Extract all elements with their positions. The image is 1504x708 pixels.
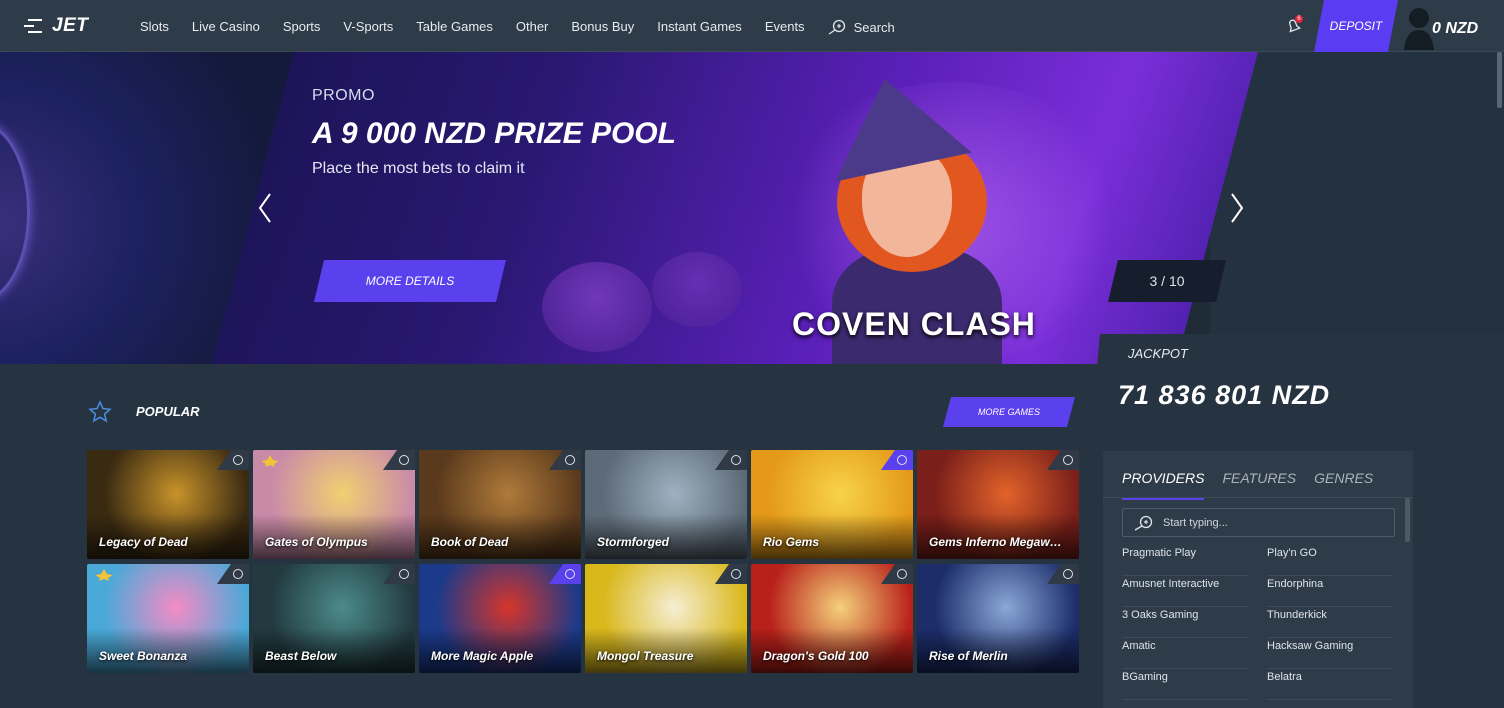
providers-scrollbar[interactable] xyxy=(1405,498,1410,542)
popular-games-grid: Legacy of Dead Gates of Olympus Book of De… xyxy=(87,450,1081,674)
provider-item[interactable]: BGaming xyxy=(1122,669,1248,700)
game-tile-name: Dragon's Gold 100 xyxy=(763,649,869,663)
diamond-badge-icon xyxy=(549,564,581,584)
hamburger-menu-icon[interactable] xyxy=(24,18,42,34)
game-tile-name: Beast Below xyxy=(265,649,337,663)
favorite-badge-icon xyxy=(715,450,747,470)
game-tile[interactable]: Book of Dead xyxy=(419,450,581,559)
jackpot-value: 71 836 801 NZD xyxy=(1118,380,1331,410)
favorite-badge-icon xyxy=(383,564,415,584)
favorite-badge-icon xyxy=(1047,450,1079,470)
provider-item[interactable]: Pragmatic Play xyxy=(1122,545,1248,576)
provider-item[interactable]: 3 Oaks Gaming xyxy=(1122,607,1248,638)
notification-count-badge: 6 xyxy=(1295,15,1303,23)
providers-list-left: Pragmatic Play Amusnet Interactive 3 Oak… xyxy=(1122,545,1248,700)
nav-item-other[interactable]: Other xyxy=(516,19,549,35)
account-balance[interactable]: 0 NZD xyxy=(1432,20,1478,38)
user-avatar-icon[interactable] xyxy=(1404,4,1434,50)
nav-item-v-sports[interactable]: V-Sports xyxy=(343,19,393,35)
drops-and-wins-badge-icon xyxy=(259,454,281,468)
nav-item-sports[interactable]: Sports xyxy=(283,19,321,35)
nav-item-slots[interactable]: Slots xyxy=(140,19,169,35)
game-tile[interactable]: Sweet Bonanza xyxy=(87,564,249,673)
nav-item-bonus-buy[interactable]: Bonus Buy xyxy=(571,19,634,35)
provider-item[interactable]: Play'n GO xyxy=(1267,545,1393,576)
site-logo[interactable]: JET xyxy=(52,15,88,37)
providers-list-right: Play'n GO Endorphina Thunderkick Hacksaw… xyxy=(1267,545,1393,700)
diamond-badge-icon xyxy=(881,450,913,470)
banner-game-title: COVEN CLASH xyxy=(792,306,1036,342)
promo-label: PROMO xyxy=(312,87,375,104)
game-tile-name: Mongol Treasure xyxy=(597,649,694,663)
game-tile-name: Stormforged xyxy=(597,535,669,549)
slide-counter: 3 / 10 xyxy=(1108,260,1226,302)
game-tile-name: Rio Gems xyxy=(763,535,820,549)
provider-item[interactable]: Amatic xyxy=(1122,638,1248,669)
game-tile[interactable]: Mongol Treasure xyxy=(585,564,747,673)
game-tile-name: Gates of Olympus xyxy=(265,535,368,549)
game-tile[interactable]: Dragon's Gold 100 xyxy=(751,564,913,673)
game-tile-name: Legacy of Dead xyxy=(99,535,188,549)
top-header: JET Slots Live Casino Sports V-Sports Ta… xyxy=(0,0,1504,52)
provider-search-input[interactable] xyxy=(1163,516,1383,529)
nav-item-table-games[interactable]: Table Games xyxy=(416,19,493,35)
chevron-right-icon[interactable] xyxy=(1226,190,1246,226)
provider-search-box[interactable] xyxy=(1122,508,1395,537)
more-games-button[interactable]: MORE GAMES xyxy=(943,397,1075,427)
game-tile-name: Book of Dead xyxy=(431,535,509,549)
popular-section-title: POPULAR xyxy=(136,404,200,419)
tab-genres[interactable]: GENRES xyxy=(1314,470,1373,500)
favorite-badge-icon xyxy=(383,450,415,470)
game-tile[interactable]: Rise of Merlin xyxy=(917,564,1079,673)
search-label: Search xyxy=(853,19,895,35)
promo-banner: PROMO A 9 000 NZD PRIZE POOL Place the m… xyxy=(0,52,1504,364)
banner-side-panel xyxy=(1210,52,1504,364)
nav-item-live-casino[interactable]: Live Casino xyxy=(192,19,260,35)
promo-title: A 9 000 NZD PRIZE POOL xyxy=(312,117,676,150)
tab-providers[interactable]: PROVIDERS xyxy=(1122,470,1205,500)
provider-item[interactable]: Hacksaw Gaming xyxy=(1267,638,1393,669)
tabs-divider xyxy=(1103,497,1413,498)
game-tile-name: Sweet Bonanza xyxy=(99,649,188,663)
game-tile[interactable]: Legacy of Dead xyxy=(87,450,249,559)
provider-item[interactable]: Belatra xyxy=(1267,669,1393,700)
game-tile-name: More Magic Apple xyxy=(431,649,534,663)
game-tile[interactable]: Gems Inferno Megaw… xyxy=(917,450,1079,559)
favorite-badge-icon xyxy=(217,564,249,584)
tab-features[interactable]: FEATURES xyxy=(1222,470,1296,500)
game-tile-name: Rise of Merlin xyxy=(929,649,1008,663)
providers-tabs: PROVIDERS FEATURES GENRES xyxy=(1122,470,1373,500)
search-icon xyxy=(1134,515,1153,531)
page-scrollbar[interactable] xyxy=(1497,52,1502,108)
game-tile[interactable]: More Magic Apple xyxy=(419,564,581,673)
search-icon xyxy=(828,19,845,35)
promo-subtitle: Place the most bets to claim it xyxy=(312,160,525,177)
favorite-badge-icon xyxy=(217,450,249,470)
star-icon xyxy=(88,400,112,423)
deposit-button[interactable]: DEPOSIT xyxy=(1314,0,1398,52)
nav-search[interactable]: Search xyxy=(828,19,918,35)
game-tile-name: Gems Inferno Megaw… xyxy=(929,535,1062,549)
favorite-badge-icon xyxy=(1047,564,1079,584)
jackpot-label: JACKPOT xyxy=(1128,346,1188,361)
game-tile[interactable]: Gates of Olympus xyxy=(253,450,415,559)
game-tile[interactable]: Beast Below xyxy=(253,564,415,673)
game-tile[interactable]: Stormforged xyxy=(585,450,747,559)
nav-item-events[interactable]: Events xyxy=(765,19,805,35)
drops-and-wins-badge-icon xyxy=(93,568,115,582)
favorite-badge-icon xyxy=(715,564,747,584)
provider-item[interactable]: Thunderkick xyxy=(1267,607,1393,638)
game-tile[interactable]: Rio Gems xyxy=(751,450,913,559)
notifications-button[interactable]: 6 xyxy=(1286,15,1303,36)
provider-item[interactable]: Endorphina xyxy=(1267,576,1393,607)
main-nav: Slots Live Casino Sports V-Sports Table … xyxy=(140,19,941,35)
favorite-badge-icon xyxy=(549,450,581,470)
nav-item-instant-games[interactable]: Instant Games xyxy=(657,19,742,35)
chevron-left-icon[interactable] xyxy=(256,190,276,226)
provider-item[interactable]: Amusnet Interactive xyxy=(1122,576,1248,607)
more-details-button[interactable]: MORE DETAILS xyxy=(314,260,506,302)
favorite-badge-icon xyxy=(881,564,913,584)
